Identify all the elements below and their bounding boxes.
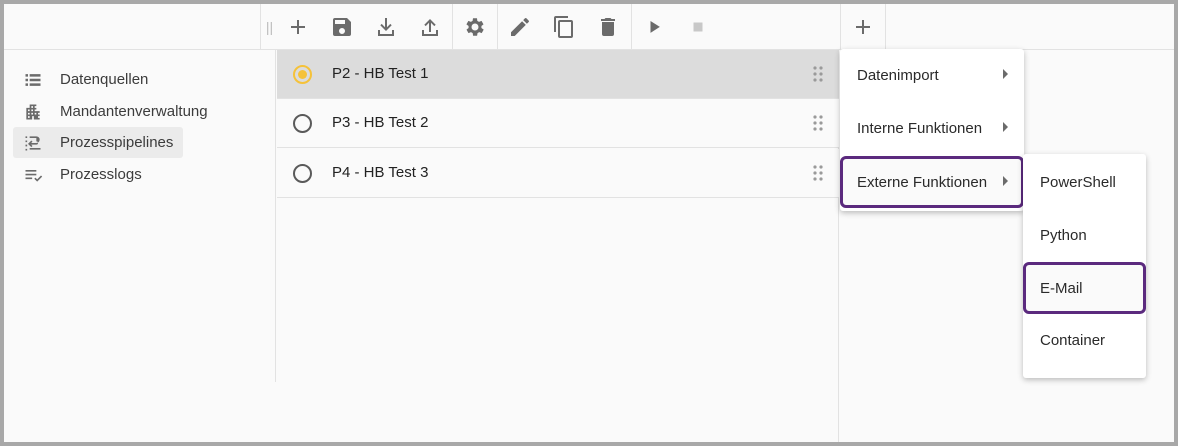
list-item[interactable]: P3 - HB Test 2: [277, 99, 839, 148]
run-button[interactable]: [632, 4, 676, 50]
pipeline-label: P2 - HB Test 1: [332, 65, 429, 82]
export-button[interactable]: [408, 4, 452, 50]
copy-button[interactable]: [542, 4, 586, 50]
trash-icon: [601, 18, 615, 36]
pipeline-label: P4 - HB Test 3: [332, 164, 429, 181]
submenu-item-powershell[interactable]: PowerShell: [1023, 156, 1146, 208]
menu-item-label: Python: [1040, 226, 1087, 244]
add-button[interactable]: [276, 4, 320, 50]
chevron-right-icon: [1003, 122, 1008, 132]
pipeline-icon: [25, 135, 41, 150]
radio-button[interactable]: [293, 164, 312, 183]
drag-handle-icon[interactable]: [813, 165, 823, 181]
stop-button[interactable]: [676, 4, 720, 50]
menu-item-label: Interne Funktionen: [857, 119, 983, 137]
settings-button[interactable]: [453, 4, 497, 50]
sidebar-item-label: Mandantenverwaltung: [60, 103, 208, 120]
pipeline-label: P3 - HB Test 2: [332, 114, 429, 131]
menu-item-label: PowerShell: [1040, 173, 1116, 191]
radio-button[interactable]: [293, 65, 312, 84]
pipeline-list: P2 - HB Test 1 P3 - HB Test 2 P4 - HB Te…: [277, 50, 839, 442]
menu-item-label: E-Mail: [1040, 279, 1083, 297]
menu-item-label: Container: [1040, 331, 1106, 349]
sidebar: Datenquellen Mandantenverwaltung Prozess…: [4, 50, 276, 382]
upload-icon: [422, 19, 438, 36]
radio-button[interactable]: [293, 114, 312, 133]
delete-button[interactable]: [586, 4, 630, 50]
sidebar-item-mandantenverwaltung[interactable]: Mandantenverwaltung: [13, 96, 218, 127]
edit-button[interactable]: [498, 4, 542, 50]
drag-handle-icon[interactable]: [813, 66, 823, 82]
list-item[interactable]: P4 - HB Test 3: [277, 149, 839, 198]
sidebar-item-datenquellen[interactable]: Datenquellen: [13, 64, 158, 95]
stop-icon: [693, 22, 703, 32]
sidebar-item-prozesslogs[interactable]: Prozesslogs: [13, 159, 152, 190]
drag-handle-icon[interactable]: [813, 115, 823, 131]
gear-icon: [466, 18, 484, 36]
toolbar: ||: [4, 4, 1174, 50]
list-item[interactable]: P2 - HB Test 1: [277, 50, 839, 99]
save-button[interactable]: [320, 4, 364, 50]
list-icon: [25, 73, 41, 86]
submenu-item-container[interactable]: Container: [1023, 314, 1146, 366]
chevron-right-icon: [1003, 176, 1008, 186]
plus-icon: [856, 20, 870, 34]
plus-icon: [291, 20, 305, 34]
chevron-right-icon: [1003, 69, 1008, 79]
externe-funktionen-submenu: PowerShell Python E-Mail Container: [1023, 154, 1146, 378]
play-icon: [650, 20, 660, 33]
submenu-item-email[interactable]: E-Mail: [1023, 262, 1146, 314]
add-step-button[interactable]: [840, 4, 886, 50]
pencil-icon: [511, 18, 529, 36]
buildings-icon: [26, 104, 40, 119]
app-frame: || Datenquellen Mandantenverwaltung Proz…: [0, 0, 1178, 446]
save-icon: [333, 18, 351, 36]
copy-icon: [554, 16, 573, 38]
menu-item-label: Datenimport: [857, 66, 939, 84]
sidebar-item-label: Datenquellen: [60, 71, 149, 88]
playlist-check-icon: [25, 169, 43, 182]
add-step-menu: Datenimport Interne Funktionen Externe F…: [840, 49, 1024, 211]
menu-item-interne-funktionen[interactable]: Interne Funktionen: [840, 102, 1024, 154]
sidebar-item-prozesspipelines[interactable]: Prozesspipelines: [13, 127, 184, 158]
menu-item-label: Externe Funktionen: [857, 173, 988, 191]
import-button[interactable]: [364, 4, 408, 50]
menu-item-datenimport[interactable]: Datenimport: [840, 49, 1024, 101]
download-icon: [378, 18, 394, 36]
sidebar-item-label: Prozesslogs: [60, 166, 142, 183]
sidebar-item-label: Prozesspipelines: [60, 134, 174, 151]
submenu-item-python[interactable]: Python: [1023, 209, 1146, 261]
menu-item-externe-funktionen[interactable]: Externe Funktionen: [840, 156, 1024, 208]
